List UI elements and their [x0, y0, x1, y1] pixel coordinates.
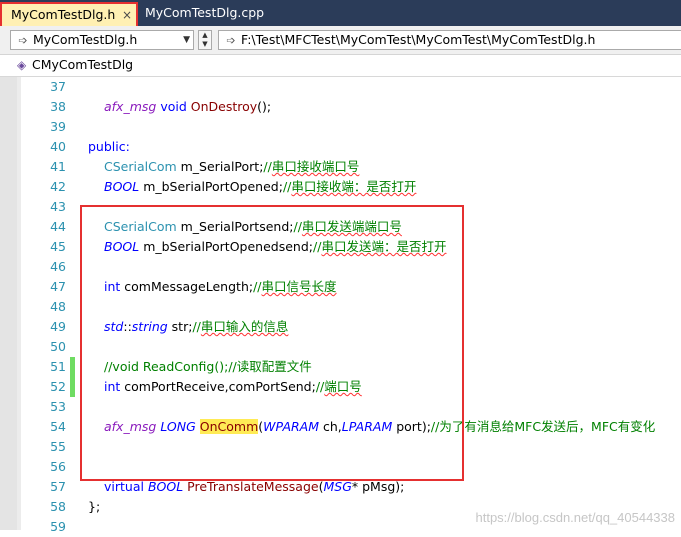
code-line[interactable]: 39 [0, 117, 681, 137]
code-token: BOOL [104, 179, 140, 194]
file-scope-value: MyComTestDlg.h [33, 32, 138, 47]
arrow-right-icon: ➩ [226, 34, 236, 47]
file-scope-dropdown[interactable]: ➩ MyComTestDlg.h ▼ [10, 30, 194, 50]
code-token: * pMsg); [351, 479, 405, 494]
tab-label: MyComTestDlg.h [11, 7, 116, 22]
code-token: PreTranslateMessage [187, 479, 319, 494]
code-token: afx_msg [104, 99, 157, 114]
class-name: CMyComTestDlg [32, 57, 134, 72]
line-number: 59 [50, 519, 66, 534]
change-marker [70, 377, 75, 397]
code-token: MSG [323, 479, 352, 494]
line-number: 42 [50, 179, 66, 194]
tab-label: MyComTestDlg.cpp [145, 5, 265, 20]
navigation-bar: ➩ MyComTestDlg.h ▼ ▲ ▼ ➩ F:\Test\MFCTest\M… [0, 26, 681, 55]
line-number: 43 [50, 199, 66, 214]
line-number: 45 [50, 239, 66, 254]
chevron-down-icon[interactable]: ▼ [183, 31, 190, 49]
line-number: 58 [50, 499, 66, 514]
line-number: 56 [50, 459, 66, 474]
code-line[interactable]: 38 afx_msg void OnDestroy(); [0, 97, 681, 117]
line-number: 49 [50, 319, 66, 334]
class-navigation-bar[interactable]: ◈ CMyComTestDlg [0, 55, 681, 77]
spin-down-icon[interactable]: ▼ [199, 40, 211, 49]
arrow-right-icon: ➩ [18, 34, 28, 47]
code-text: public: [88, 137, 130, 157]
code-token: 串口接收端：是否打开 [291, 179, 417, 194]
line-number: 50 [50, 339, 66, 354]
line-number: 44 [50, 219, 66, 234]
highlight-annotation-box [80, 205, 464, 481]
code-line[interactable]: 42 BOOL m_bSerialPortOpened;//串口接收端：是否打开 [0, 177, 681, 197]
document-tab-bar: MyComTestDlg.h × MyComTestDlg.cpp [0, 0, 681, 26]
line-number: 53 [50, 399, 66, 414]
file-path-dropdown[interactable]: ➩ F:\Test\MFCTest\MyComTest\MyComTest\MyC… [218, 30, 681, 50]
line-number: 41 [50, 159, 66, 174]
code-token: void [156, 99, 191, 114]
line-number: 46 [50, 259, 66, 274]
watermark: https://blog.csdn.net/qq_40544338 [475, 510, 676, 525]
code-line[interactable]: 40 public: [0, 137, 681, 157]
change-marker [70, 357, 75, 377]
code-text: CSerialCom m_SerialPort;//串口接收端口号 [88, 157, 359, 177]
code-token: 串口接收端口号 [271, 159, 360, 174]
code-editor[interactable]: 37 38 afx_msg void OnDestroy(); 39 40 public:… [0, 77, 681, 534]
line-number: 51 [50, 359, 66, 374]
code-token: //为了有消息给MFC发送后，MFC有变化 [430, 419, 656, 434]
line-number: 39 [50, 119, 66, 134]
code-token: virtual [104, 479, 144, 494]
code-token: public: [88, 139, 130, 154]
line-number: 37 [50, 79, 66, 94]
line-number: 48 [50, 299, 66, 314]
code-token: m_bSerialPortOpened; [139, 179, 283, 194]
code-line[interactable]: 37 [0, 77, 681, 97]
code-token: m_SerialPort; [176, 159, 264, 174]
line-number: 55 [50, 439, 66, 454]
code-token: OnDestroy [190, 99, 258, 114]
line-number: 57 [50, 479, 66, 494]
code-token: BOOL [147, 479, 184, 494]
tab-mycomtestdlg-h[interactable]: MyComTestDlg.h × [0, 2, 138, 26]
split-spinner[interactable]: ▲ ▼ [198, 30, 212, 50]
close-icon[interactable]: × [122, 4, 132, 26]
code-line[interactable]: 41 CSerialCom m_SerialPort;//串口接收端口号 [0, 157, 681, 177]
spin-up-icon[interactable]: ▲ [199, 31, 211, 40]
file-path-value: F:\Test\MFCTest\MyComTest\MyComTest\MyCo… [241, 32, 596, 47]
code-token: CSerialCom [104, 159, 177, 174]
line-number: 54 [50, 419, 66, 434]
line-number: 38 [50, 99, 66, 114]
code-text: afx_msg void OnDestroy(); [88, 97, 271, 117]
line-number: 52 [50, 379, 66, 394]
line-number: 47 [50, 279, 66, 294]
tab-mycomtestdlg-cpp[interactable]: MyComTestDlg.cpp [138, 2, 272, 26]
class-icon: ◈ [17, 58, 27, 72]
code-token: (); [257, 99, 272, 114]
code-text: BOOL m_bSerialPortOpened;//串口接收端：是否打开 [88, 177, 416, 197]
code-token: // [263, 159, 272, 174]
code-token: }; [88, 499, 101, 514]
code-text: }; [88, 497, 100, 517]
line-number: 40 [50, 139, 66, 154]
